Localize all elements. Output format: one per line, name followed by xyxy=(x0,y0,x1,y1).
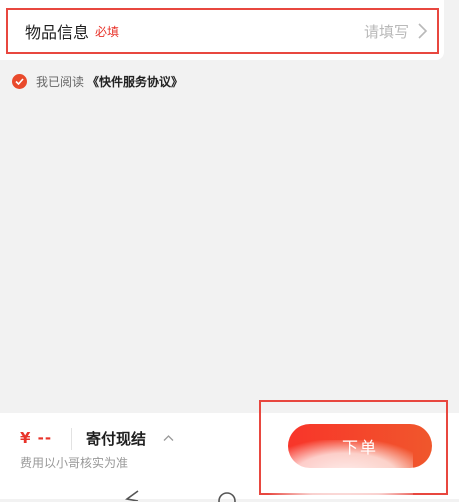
home-circle-icon[interactable] xyxy=(216,490,238,502)
item-info-card: 物品信息 必填 请填写 xyxy=(0,0,444,60)
price-text: ¥ -- xyxy=(20,429,53,447)
fee-note: 费用以小哥核实为准 xyxy=(20,456,129,470)
chevron-right-icon xyxy=(418,23,428,39)
watermark-overlay xyxy=(263,440,413,496)
back-triangle-icon[interactable] xyxy=(122,489,142,501)
check-icon[interactable] xyxy=(12,74,27,89)
required-tag: 必填 xyxy=(95,24,120,39)
divider xyxy=(71,428,72,450)
agreement-prefix: 我已阅读 xyxy=(36,75,85,89)
item-info-placeholder[interactable]: 请填写 xyxy=(364,21,409,42)
payment-method[interactable]: 寄付现结 xyxy=(86,428,146,449)
item-info-row[interactable]: 物品信息 必填 请填写 xyxy=(6,8,439,54)
agreement-row: 我已阅读 《快件服务协议》 xyxy=(12,73,183,90)
item-info-label: 物品信息 xyxy=(25,23,90,42)
agreement-link[interactable]: 《快件服务协议》 xyxy=(87,73,183,90)
chevron-up-icon[interactable] xyxy=(163,434,174,442)
